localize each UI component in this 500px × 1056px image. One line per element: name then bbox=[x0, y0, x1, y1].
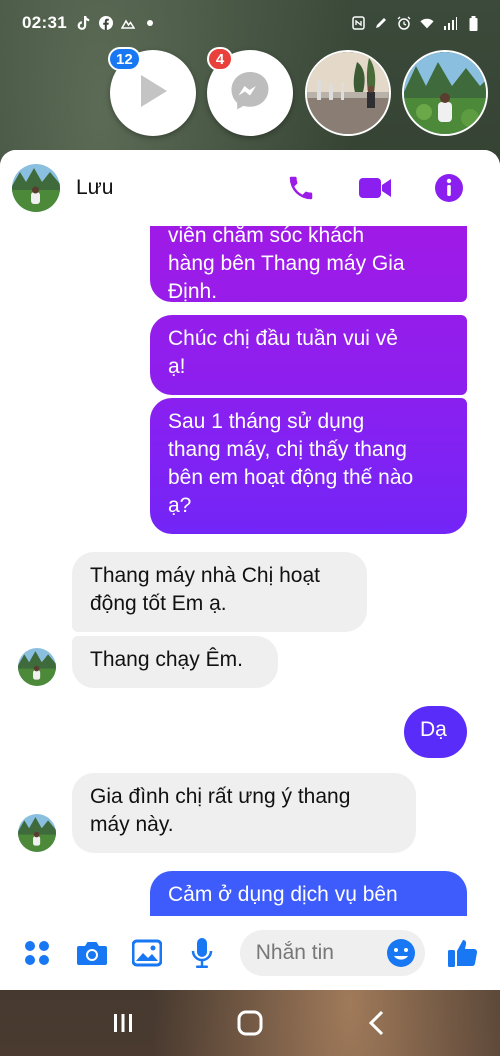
message-line: thang máy, chị thấy thang bbox=[168, 438, 407, 461]
camera-icon[interactable] bbox=[73, 933, 112, 973]
clock: 02:31 bbox=[22, 13, 67, 32]
messenger-icon bbox=[228, 69, 272, 118]
mic-icon[interactable] bbox=[183, 933, 222, 973]
message-line: Sau 1 tháng sử dụng bbox=[168, 410, 365, 433]
image-icon[interactable] bbox=[128, 933, 167, 973]
message-line: viên chăm sóc khách bbox=[168, 226, 365, 247]
back-icon[interactable] bbox=[355, 1001, 399, 1045]
message-incoming[interactable]: Thang chạy Êm. bbox=[72, 636, 278, 688]
nfc-icon bbox=[351, 16, 365, 30]
unread-badge: 4 bbox=[207, 47, 233, 71]
message-line: Gia đình chị rất ưng ý thang bbox=[90, 785, 351, 808]
message-line: Thang chạy Êm. bbox=[90, 648, 243, 671]
chat-head-photo-fountain[interactable] bbox=[305, 50, 391, 136]
message-outgoing[interactable]: Cảm ở dụng dịch vụ bên bbox=[150, 871, 467, 916]
message-line: ạ? bbox=[168, 494, 192, 517]
video-icon[interactable] bbox=[358, 171, 392, 205]
contact-avatar[interactable] bbox=[18, 814, 56, 852]
message-list: viên chăm sóc khách hàng bên Thang máy G… bbox=[0, 226, 500, 916]
chat-window: Lưu viên chăm sóc khách hàng bên Thang m… bbox=[0, 150, 500, 990]
system-navigation-bar bbox=[0, 990, 500, 1056]
phone-icon[interactable] bbox=[284, 171, 318, 205]
mountain-icon bbox=[120, 16, 135, 30]
message-outgoing[interactable]: Chúc chị đầu tuần vui vẻ ạ! bbox=[150, 315, 467, 395]
chat-head-photo-lotus[interactable] bbox=[402, 50, 488, 136]
message-line: bên em hoạt động thế nào bbox=[168, 466, 414, 489]
message-outgoing[interactable]: Dạ bbox=[404, 706, 467, 758]
pen-icon bbox=[374, 16, 388, 30]
emoji-icon[interactable] bbox=[385, 937, 417, 969]
signal-icon bbox=[443, 16, 457, 30]
alarm-icon bbox=[397, 16, 411, 30]
message-line: máy này. bbox=[90, 813, 174, 836]
message-line: Dạ bbox=[420, 718, 447, 741]
chat-head-video[interactable]: 12 bbox=[108, 47, 196, 136]
chat-header: Lưu bbox=[0, 150, 500, 226]
contact-avatar[interactable] bbox=[18, 648, 56, 686]
message-line: hàng bên Thang máy Gia bbox=[168, 252, 405, 275]
message-outgoing[interactable]: Sau 1 tháng sử dụng thang máy, chị thấy … bbox=[150, 398, 467, 534]
message-line: ạ! bbox=[168, 355, 186, 378]
battery-icon bbox=[466, 15, 480, 31]
message-line: Cảm ở dụng dịch vụ bên bbox=[168, 883, 398, 906]
message-input[interactable] bbox=[239, 930, 426, 976]
message-incoming[interactable]: Thang máy nhà Chị hoạt động tốt Em ạ. bbox=[72, 552, 367, 632]
message-text-field[interactable] bbox=[255, 941, 376, 965]
contact-avatar[interactable] bbox=[12, 164, 60, 212]
recents-icon[interactable] bbox=[101, 1001, 145, 1045]
message-line: Chúc chị đầu tuần vui vẻ bbox=[168, 327, 398, 350]
message-incoming[interactable]: Gia đình chị rất ưng ý thang máy này. bbox=[72, 773, 416, 853]
contact-name[interactable]: Lưu bbox=[76, 176, 113, 200]
status-bar: 02:31 bbox=[0, 0, 500, 46]
home-icon[interactable] bbox=[228, 1001, 272, 1045]
tiktok-icon bbox=[77, 16, 91, 30]
unread-badge: 12 bbox=[108, 47, 141, 71]
play-icon bbox=[133, 71, 173, 116]
thumbs-up-icon[interactable] bbox=[443, 933, 482, 973]
message-line: động tốt Em ạ. bbox=[90, 592, 227, 615]
dot-icon bbox=[143, 16, 157, 30]
message-outgoing[interactable]: viên chăm sóc khách hàng bên Thang máy G… bbox=[150, 226, 467, 303]
message-line: Thang máy nhà Chị hoạt bbox=[90, 564, 320, 587]
facebook-icon bbox=[98, 16, 113, 30]
message-line: Định. bbox=[168, 280, 218, 303]
chat-head-messenger[interactable]: 4 bbox=[207, 47, 293, 136]
composer-bar bbox=[0, 916, 500, 990]
info-icon[interactable] bbox=[432, 171, 466, 205]
wifi-icon bbox=[420, 16, 434, 30]
apps-icon[interactable] bbox=[18, 933, 57, 973]
